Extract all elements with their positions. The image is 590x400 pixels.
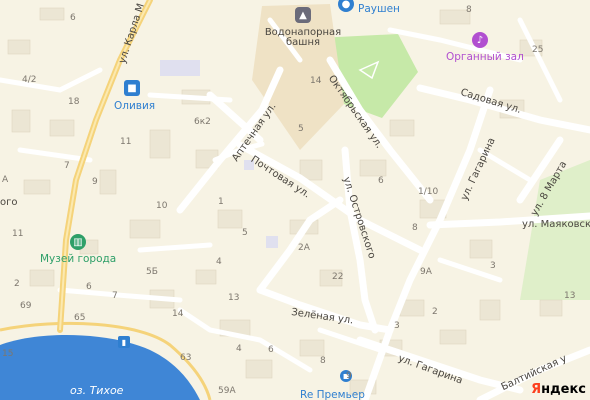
house-number: 6 [70, 13, 76, 23]
lake-label: оз. Тихое [70, 384, 124, 397]
house-number: 5Б [146, 267, 158, 277]
house-number: 8 [412, 223, 418, 233]
house-number: 1 [218, 197, 224, 207]
house-number: 10 [156, 201, 168, 211]
poi-label-museum[interactable]: Музей города [40, 254, 116, 265]
house-number: 22 [332, 272, 344, 282]
street-label-mayakovskogo: ул. Маяковск [522, 219, 590, 230]
house-number: А [2, 175, 9, 185]
house-number: 63 [180, 353, 192, 363]
house-number: 3 [490, 261, 496, 271]
house-number: 9А [420, 267, 432, 277]
yandex-attribution[interactable]: Яндекс [531, 382, 586, 397]
museum-icon[interactable]: ▥ [70, 234, 86, 250]
house-number: 6 [378, 176, 384, 186]
house-number: 13 [564, 291, 576, 301]
house-number: 3 [394, 321, 400, 331]
attribution-brand-rest: ндекс [541, 382, 586, 397]
house-number: 2 [432, 307, 438, 317]
house-number: 5 [242, 228, 248, 238]
house-number: 7 [112, 291, 118, 301]
house-number: 5 [298, 124, 304, 134]
music-note-icon[interactable]: ♪ [472, 32, 488, 48]
poi-label-premier[interactable]: Re Премьер [300, 390, 365, 400]
house-number: 4 [236, 344, 242, 354]
attribution-brand-y: Я [531, 382, 542, 397]
house-number: 18 [68, 97, 80, 107]
house-number: 8 [320, 356, 326, 366]
poi-label-organ[interactable]: Органный зал [446, 52, 524, 63]
house-number: 2 [14, 279, 20, 289]
main-road-karla-edge [59, 0, 151, 331]
poi-label-tower[interactable]: Водонапорная башня [258, 28, 348, 48]
house-number: 13 [228, 293, 240, 303]
house-number: 1/10 [418, 187, 439, 197]
house-number: 25 [532, 45, 544, 55]
house-number: 4 [216, 257, 222, 267]
house-number: 8 [466, 5, 472, 15]
street-label-left-cut: ого [0, 197, 18, 208]
house-number: 6к2 [194, 117, 211, 127]
house-number: 65 [74, 313, 86, 323]
house-number: 11 [12, 229, 24, 239]
house-number: 14 [172, 309, 184, 319]
poi-label-raushen[interactable]: Раушен [358, 4, 400, 15]
shopping-bag-icon[interactable]: ■ [124, 80, 140, 96]
house-number: 59А [218, 386, 236, 396]
house-number: 2А [298, 243, 310, 253]
bus-stop-icon[interactable]: ▮ [118, 336, 130, 348]
house-number: 14 [310, 76, 322, 86]
house-number: 6 [86, 282, 92, 292]
house-number: 69 [20, 301, 32, 311]
map-canvas[interactable]: ул. Карла М Аптечная ул. Почтовая ул. Ок… [0, 0, 590, 400]
house-number: 7 [64, 161, 70, 171]
house-number: 9 [92, 177, 98, 187]
tower-icon[interactable]: ▲ [295, 7, 311, 23]
poi-label-olivia[interactable]: Оливия [114, 101, 155, 112]
house-number: 6 [268, 345, 274, 355]
house-number: 15 [2, 349, 14, 359]
house-number: 9 [346, 371, 352, 381]
house-number: 11 [120, 137, 132, 147]
house-number: 4/2 [22, 75, 37, 85]
main-road-karla [57, 0, 153, 333]
